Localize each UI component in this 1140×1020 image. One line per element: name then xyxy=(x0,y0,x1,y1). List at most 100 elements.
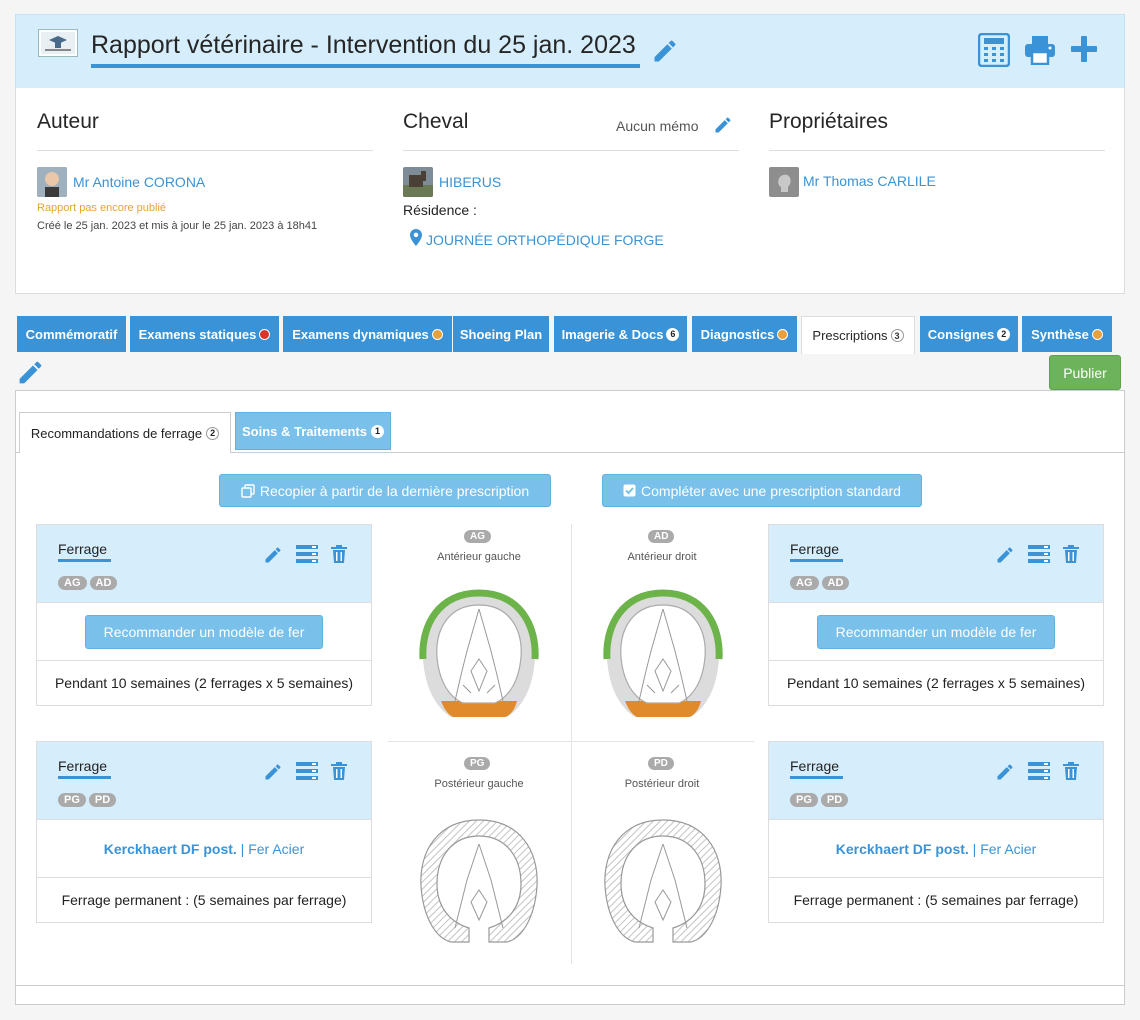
subtab-count: 1 xyxy=(370,424,384,438)
card-title: Ferrage xyxy=(790,541,840,557)
shoeing-card-hind-left: Ferrage PG PD Kerckhaert DF post. | Fer A… xyxy=(36,741,372,923)
author-heading: Auteur xyxy=(37,110,99,133)
hoof-grid-hline xyxy=(388,741,754,742)
hind-right-shoe-diagram xyxy=(604,819,722,943)
edit-icon[interactable] xyxy=(263,762,283,782)
card-title-underline xyxy=(790,559,843,562)
tab-label: Prescriptions xyxy=(812,328,888,343)
subtab-care-treatments[interactable]: Soins & Traitements 1 xyxy=(235,412,391,450)
edit-title-icon[interactable] xyxy=(651,37,679,70)
hoof-label: Postérieur droit xyxy=(624,778,700,790)
card-model-row: Kerckhaert DF post. | Fer Acier xyxy=(769,820,1103,878)
tab-label: Commémoratif xyxy=(25,326,118,342)
card-model-row: Kerckhaert DF post. | Fer Acier xyxy=(37,820,371,878)
tab-imagerie-docs[interactable]: Imagerie & Docs 6 xyxy=(554,316,687,352)
author-name-link[interactable]: Mr Antoine CORONA xyxy=(73,174,205,190)
copy-icon xyxy=(241,483,255,498)
subtab-shoeing-recommendations[interactable]: Recommandations de ferrage 2 xyxy=(19,412,231,453)
divider xyxy=(403,150,739,151)
tab-label: Consignes xyxy=(927,326,995,342)
card-header: Ferrage PG PD xyxy=(37,742,371,820)
tag-badge: PG xyxy=(790,793,818,807)
tab-examens-dynamiques[interactable]: Examens dynamiques xyxy=(283,316,452,352)
status-dot xyxy=(259,328,271,340)
tab-synthèse[interactable]: Synthèse xyxy=(1022,316,1112,352)
front-left-shoe-diagram xyxy=(419,589,539,717)
owners-heading: Propriétaires xyxy=(769,110,889,133)
shoe-material: | Fer Acier xyxy=(968,840,1037,857)
subtab-count: 2 xyxy=(206,426,220,440)
copy-last-prescription-button[interactable]: Recopier à partir de la dernière prescri… xyxy=(219,474,551,507)
front-right-shoe-diagram xyxy=(603,589,723,717)
tab-consignes[interactable]: Consignes 2 xyxy=(920,316,1018,352)
card-duration: Pendant 10 semaines (2 ferrages x 5 sema… xyxy=(786,675,1086,691)
edit-tabs-icon[interactable] xyxy=(16,358,45,392)
trash-icon[interactable] xyxy=(1063,545,1079,563)
title-underline xyxy=(91,64,640,68)
hoof-code-badge: PG xyxy=(464,757,491,770)
status-dot xyxy=(431,328,443,340)
page-title: Rapport vétérinaire - Intervention du 25… xyxy=(91,31,636,59)
divider xyxy=(769,150,1105,151)
card-duration: Ferrage permanent : (5 semaines par ferr… xyxy=(61,892,347,908)
subtab-label: Soins & Traitements xyxy=(242,423,367,439)
status-dot xyxy=(777,328,789,340)
tag-badge: PG xyxy=(58,793,86,807)
list-icon[interactable] xyxy=(296,762,318,780)
owner-name-link[interactable]: Mr Thomas CARLILE xyxy=(803,173,936,189)
shoe-model-link[interactable]: Kerckhaert DF post. xyxy=(104,841,237,857)
tab-count-badge: 3 xyxy=(890,329,904,342)
prescriptions-panel: Recommandations de ferrage 2 Soins & Trai… xyxy=(15,390,1125,1005)
print-icon[interactable] xyxy=(1024,35,1056,70)
tab-diagnostics[interactable]: Diagnostics xyxy=(692,316,797,352)
card-actions xyxy=(995,762,1079,782)
tab-label: Diagnostics xyxy=(700,326,775,342)
shoe-model-link[interactable]: Kerckhaert DF post. xyxy=(836,841,969,857)
edit-icon[interactable] xyxy=(263,545,283,565)
complete-standard-prescription-button[interactable]: Compléter avec une prescription standard xyxy=(602,474,922,507)
tab-commémoratif[interactable]: Commémoratif xyxy=(17,316,126,352)
horse-avatar xyxy=(403,167,433,197)
report-info-panel: Auteur Mr Antoine CORONA Rapport pas enc… xyxy=(15,88,1125,294)
trash-icon[interactable] xyxy=(331,762,347,780)
tab-shoeing-plan[interactable]: Shoeing Plan xyxy=(453,316,549,352)
plus-icon[interactable] xyxy=(1070,35,1098,68)
edit-memo-icon[interactable] xyxy=(713,115,733,140)
calculator-icon[interactable] xyxy=(977,32,1011,72)
report-dates: Créé le 25 jan. 2023 et mis à jour le 25… xyxy=(37,220,318,232)
recommend-shoe-model-button[interactable]: Recommander un modèle de fer xyxy=(85,614,323,649)
residence-label: Résidence : xyxy=(403,202,477,218)
tab-count-badge: 6 xyxy=(666,327,680,341)
residence-link[interactable]: JOURNÉE ORTHOPÉDIQUE FORGE xyxy=(426,232,664,248)
trash-icon[interactable] xyxy=(1063,762,1079,780)
list-icon[interactable] xyxy=(296,545,318,563)
tab-examens-statiques[interactable]: Examens statiques xyxy=(130,316,279,352)
tab-prescriptions[interactable]: Prescriptions 3 xyxy=(801,316,915,354)
edit-icon[interactable] xyxy=(995,545,1015,565)
tag-badge: AD xyxy=(89,576,118,590)
list-icon[interactable] xyxy=(1028,762,1050,780)
horse-name-link[interactable]: HIBERUS xyxy=(439,174,501,190)
list-icon[interactable] xyxy=(1028,545,1050,563)
location-pin-icon xyxy=(410,229,422,251)
card-title: Ferrage xyxy=(58,758,108,774)
tab-label: Synthèse xyxy=(1031,326,1089,342)
card-title-underline xyxy=(58,776,111,779)
tag-badge: AG xyxy=(58,576,87,590)
tab-label: Imagerie & Docs xyxy=(561,326,664,342)
trash-icon[interactable] xyxy=(331,545,347,563)
hoof-grid-vline xyxy=(571,524,572,964)
card-action-row: Recommander un modèle de fer xyxy=(769,603,1103,661)
card-duration: Ferrage permanent : (5 semaines par ferr… xyxy=(793,892,1079,908)
tag-badge: PD xyxy=(88,793,117,807)
edit-icon[interactable] xyxy=(995,762,1015,782)
card-action-row: Recommander un modèle de fer xyxy=(37,603,371,661)
hoof-code-badge: AG xyxy=(464,530,491,543)
report-header: Rapport vétérinaire - Intervention du 25… xyxy=(15,14,1125,88)
card-title: Ferrage xyxy=(58,541,108,557)
tag-badge: AD xyxy=(821,576,850,590)
card-header: Ferrage AG AD xyxy=(37,525,371,603)
recommend-shoe-model-button[interactable]: Recommander un modèle de fer xyxy=(817,614,1055,649)
publish-button[interactable]: Publier xyxy=(1049,355,1121,390)
card-title-underline xyxy=(790,776,843,779)
